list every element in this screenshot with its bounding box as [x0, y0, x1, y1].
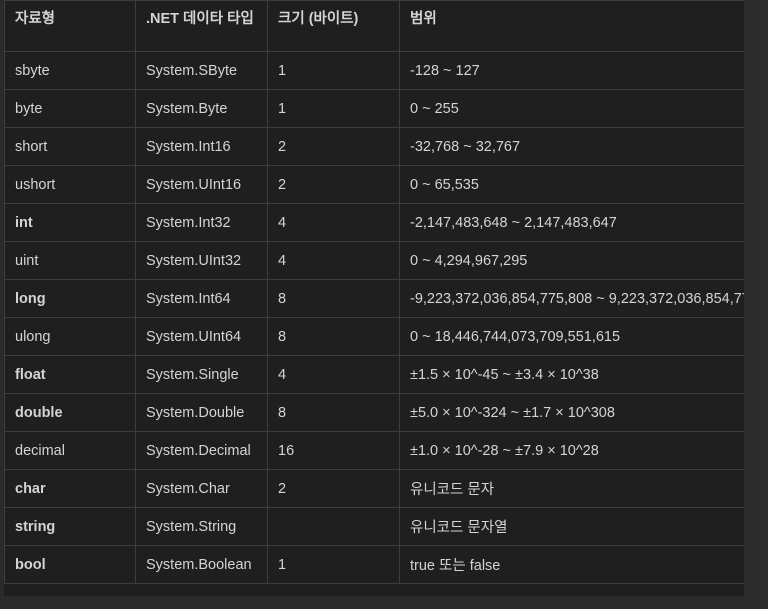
cell-type: float — [4, 355, 136, 394]
cell-type: sbyte — [4, 51, 136, 90]
cell-type: byte — [4, 89, 136, 128]
cell-size: 4 — [267, 241, 400, 280]
cell-range: ±1.5 × 10^-45 ~ ±3.4 × 10^38 — [399, 355, 744, 394]
cell-size: 1 — [267, 51, 400, 90]
header-dotnet-type: .NET 데이타 타입 — [135, 0, 268, 52]
cell-type: long — [4, 279, 136, 318]
cell-type: ulong — [4, 317, 136, 356]
cell-size: 4 — [267, 203, 400, 242]
cell-type: char — [4, 469, 136, 508]
cell-type: decimal — [4, 431, 136, 470]
cell-range: 0 ~ 4,294,967,295 — [399, 241, 744, 280]
cell-range: 0 ~ 255 — [399, 89, 744, 128]
data-types-table: 자료형 .NET 데이타 타입 크기 (바이트) 범위 sbyte System.… — [4, 0, 744, 584]
cell-range: 유니코드 문자열 — [399, 507, 744, 546]
cell-range: 유니코드 문자 — [399, 469, 744, 508]
cell-range: ±5.0 × 10^-324 ~ ±1.7 × 10^308 — [399, 393, 744, 432]
table-row: ushort System.UInt16 2 0 ~ 65,535 — [4, 165, 744, 204]
cell-type: string — [4, 507, 136, 546]
table-row: string System.String 유니코드 문자열 — [4, 507, 744, 546]
table-row: char System.Char 2 유니코드 문자 — [4, 469, 744, 508]
cell-size: 8 — [267, 393, 400, 432]
cell-type: short — [4, 127, 136, 166]
cell-type: int — [4, 203, 136, 242]
cell-dotnet-type: System.String — [135, 507, 268, 546]
cell-dotnet-type: System.Decimal — [135, 431, 268, 470]
header-type: 자료형 — [4, 0, 136, 52]
cell-type: ushort — [4, 165, 136, 204]
cell-dotnet-type: System.UInt32 — [135, 241, 268, 280]
cell-dotnet-type: System.Byte — [135, 89, 268, 128]
table-row: int System.Int32 4 -2,147,483,648 ~ 2,147,4… — [4, 203, 744, 242]
cell-dotnet-type: System.Single — [135, 355, 268, 394]
cell-range: 0 ~ 65,535 — [399, 165, 744, 204]
cell-dotnet-type: System.Int16 — [135, 127, 268, 166]
header-range: 범위 — [399, 0, 744, 52]
cell-dotnet-type: System.SByte — [135, 51, 268, 90]
cell-range: -2,147,483,648 ~ 2,147,483,647 — [399, 203, 744, 242]
cell-dotnet-type: System.Char — [135, 469, 268, 508]
cell-size: 2 — [267, 127, 400, 166]
data-types-table-container: 자료형 .NET 데이타 타입 크기 (바이트) 범위 sbyte System.… — [4, 0, 744, 596]
cell-size: 2 — [267, 469, 400, 508]
cell-size — [267, 507, 400, 546]
cell-size: 16 — [267, 431, 400, 470]
cell-size: 8 — [267, 279, 400, 318]
cell-range: -128 ~ 127 — [399, 51, 744, 90]
cell-size: 4 — [267, 355, 400, 394]
table-row: decimal System.Decimal 16 ±1.0 × 10^-28 ~ ±… — [4, 431, 744, 470]
table-row: bool System.Boolean 1 true 또는 false — [4, 545, 744, 584]
cell-range: ±1.0 × 10^-28 ~ ±7.9 × 10^28 — [399, 431, 744, 470]
cell-dotnet-type: System.Double — [135, 393, 268, 432]
table-row: byte System.Byte 1 0 ~ 255 — [4, 89, 744, 128]
cell-range: 0 ~ 18,446,744,073,709,551,615 — [399, 317, 744, 356]
cell-size: 2 — [267, 165, 400, 204]
header-size: 크기 (바이트) — [267, 0, 400, 52]
table-row: float System.Single 4 ±1.5 × 10^-45 ~ ±3.4 … — [4, 355, 744, 394]
table-header-row: 자료형 .NET 데이타 타입 크기 (바이트) 범위 — [4, 0, 744, 52]
cell-dotnet-type: System.Int64 — [135, 279, 268, 318]
cell-range: -32,768 ~ 32,767 — [399, 127, 744, 166]
table-row: double System.Double 8 ±5.0 × 10^-324 ~ ±1.… — [4, 393, 744, 432]
cell-dotnet-type: System.Int32 — [135, 203, 268, 242]
table-row: uint System.UInt32 4 0 ~ 4,294,967,295 — [4, 241, 744, 280]
cell-size: 1 — [267, 89, 400, 128]
table-row: long System.Int64 8 -9,223,372,036,854,775,… — [4, 279, 744, 318]
table-row: short System.Int16 2 -32,768 ~ 32,767 — [4, 127, 744, 166]
cell-type: uint — [4, 241, 136, 280]
table-row: ulong System.UInt64 8 0 ~ 18,446,744,073,70… — [4, 317, 744, 356]
cell-range: true 또는 false — [399, 545, 744, 584]
cell-dotnet-type: System.UInt16 — [135, 165, 268, 204]
table-row: sbyte System.SByte 1 -128 ~ 127 — [4, 51, 744, 90]
cell-type: double — [4, 393, 136, 432]
cell-size: 8 — [267, 317, 400, 356]
cell-size: 1 — [267, 545, 400, 584]
table-body: sbyte System.SByte 1 -128 ~ 127 byte System.B… — [4, 51, 744, 584]
cell-dotnet-type: System.UInt64 — [135, 317, 268, 356]
cell-range: -9,223,372,036,854,775,808 ~ 9,223,372,0… — [399, 279, 744, 318]
cell-type: bool — [4, 545, 136, 584]
cell-dotnet-type: System.Boolean — [135, 545, 268, 584]
